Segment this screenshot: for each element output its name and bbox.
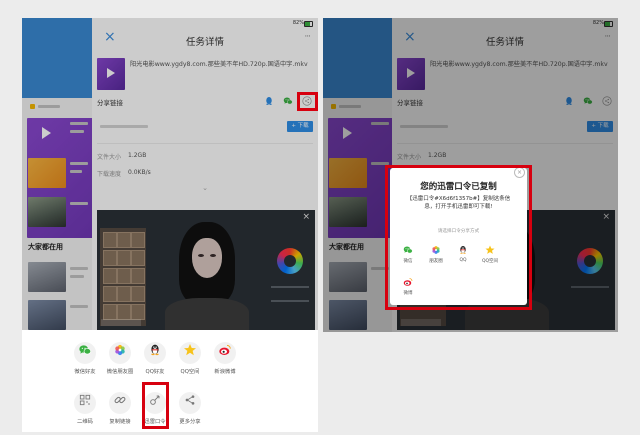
share-more[interactable]: 更多分享 <box>170 389 210 429</box>
share-qrcode[interactable]: 二维码 <box>65 389 105 429</box>
highlight-box <box>142 382 169 429</box>
share-option-label: 新浪微博 <box>214 369 236 375</box>
phone-screen-share-sheet: 大家都在用 82% × 任务详情 ··· 阳光电影www.ygdy8.com.那… <box>22 18 318 432</box>
share-option-label: 二维码 <box>77 419 93 425</box>
phone-screen-code-dialog: 大家都在用 82% × 任务详情 ··· 阳光电影www.ygdy8.com.那… <box>323 18 618 332</box>
link-icon <box>109 392 131 414</box>
share-option-label: 微信朋友圈 <box>106 369 134 375</box>
share-qzone[interactable]: QQ空间 <box>170 339 210 379</box>
moments-icon <box>109 342 131 364</box>
share-option-label: 更多分享 <box>179 419 201 425</box>
dim-overlay[interactable] <box>22 18 318 330</box>
qzone-icon <box>179 342 201 364</box>
qq-icon <box>144 342 166 364</box>
share-option-label: QQ空间 <box>180 369 200 375</box>
share-option-label: 复制链接 <box>109 419 131 425</box>
share-option-label: 微信好友 <box>74 369 96 375</box>
share-icon <box>179 392 201 414</box>
highlight-box <box>385 165 532 310</box>
share-copy-link[interactable]: 复制链接 <box>100 389 140 429</box>
share-qq-friend[interactable]: QQ好友 <box>135 339 175 379</box>
qrcode-icon <box>74 392 96 414</box>
share-sheet: 微信好友 微信朋友圈 QQ好友 QQ空间 新浪微博 二维码 复制链接 迅雷口令 … <box>22 330 318 432</box>
highlight-box <box>297 92 318 111</box>
share-wechat-moments[interactable]: 微信朋友圈 <box>100 339 140 379</box>
share-weibo[interactable]: 新浪微博 <box>205 339 245 379</box>
share-option-label: QQ好友 <box>145 369 165 375</box>
share-wechat-friend[interactable]: 微信好友 <box>65 339 105 379</box>
weibo-icon <box>214 342 236 364</box>
wechat-icon <box>74 342 96 364</box>
